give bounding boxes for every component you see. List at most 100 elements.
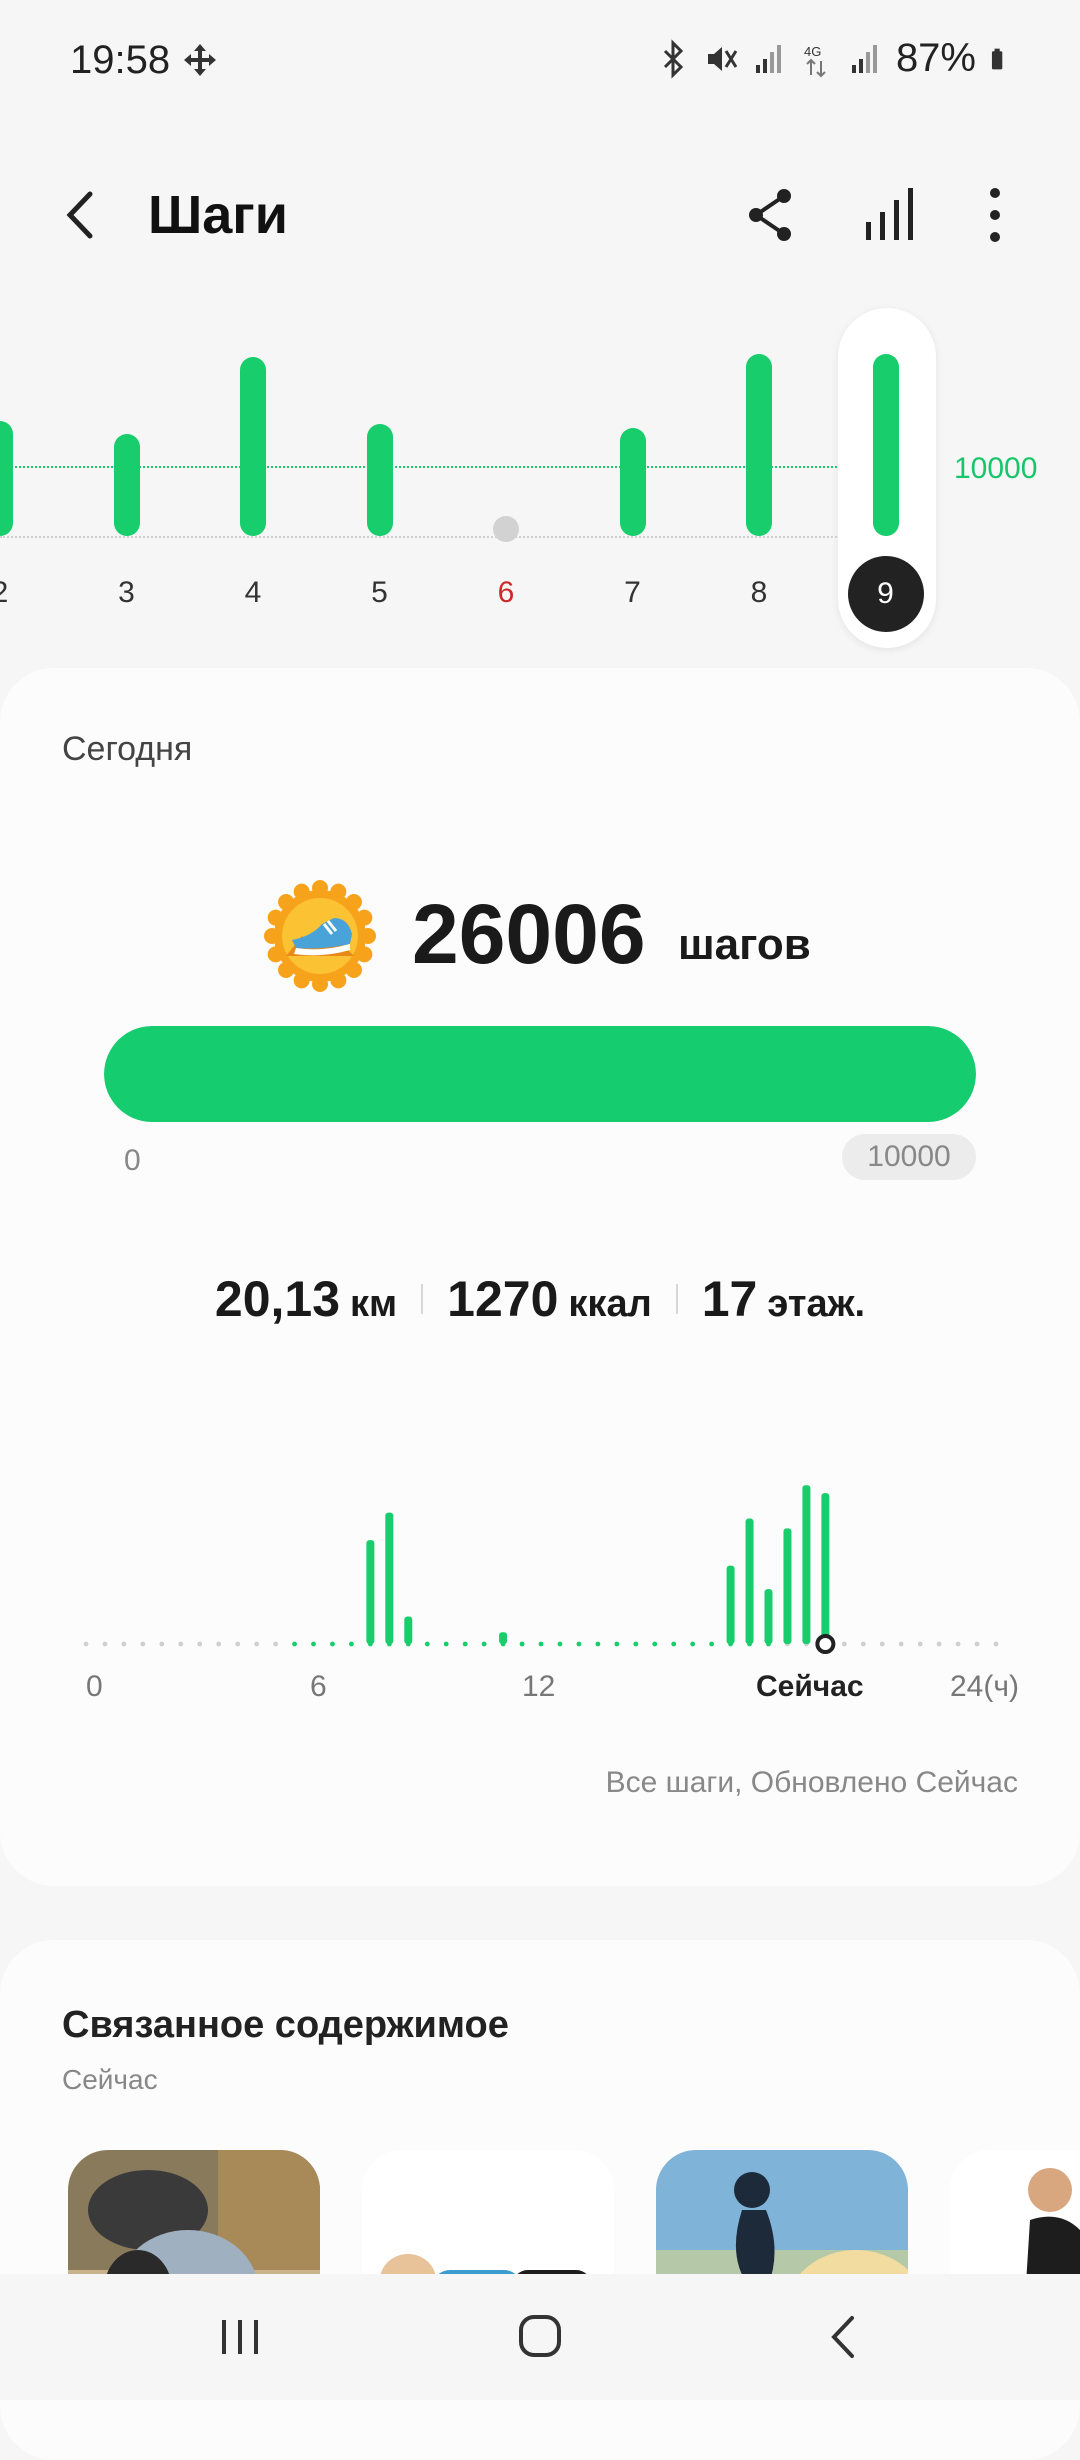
baseline-dot <box>633 1641 639 1647</box>
day-label-3[interactable]: 3 <box>97 576 157 610</box>
day-label-4[interactable]: 4 <box>223 576 283 610</box>
distance-unit: км <box>350 1283 398 1325</box>
page-title: Шаги <box>148 185 288 245</box>
floors-metric: 17 этаж. <box>678 1270 889 1328</box>
goal-label: 10000 <box>954 452 1038 485</box>
day-bar-3[interactable] <box>113 433 140 536</box>
day-bar-2[interactable] <box>0 420 13 536</box>
today-card: Сегодня 26006 шагов 0 10000 20,13 км 127… <box>0 668 1080 1886</box>
baseline-dot <box>102 1641 108 1647</box>
steps-count: 26006 <box>412 887 646 981</box>
progress-goal-label: 10000 <box>842 1134 976 1180</box>
baseline-dot <box>879 1641 885 1647</box>
baseline-dot <box>652 1641 658 1647</box>
baseline-dot <box>121 1641 127 1647</box>
hourly-bar <box>366 1540 375 1644</box>
hourly-bar <box>764 1589 773 1644</box>
baseline-dot <box>690 1641 696 1647</box>
baseline-dot <box>330 1641 335 1647</box>
baseline-dot <box>500 1641 506 1647</box>
day-empty-dot-6[interactable] <box>493 516 519 542</box>
hourly-bar <box>499 1632 508 1644</box>
back-button[interactable] <box>48 180 118 250</box>
baseline-dot <box>709 1641 715 1647</box>
status-bar: 19:58 4G 87% <box>0 0 1080 120</box>
day-label-6[interactable]: 6 <box>476 576 536 610</box>
day-bar-9[interactable] <box>872 353 899 536</box>
hour-now-label: Сейчас <box>756 1670 864 1703</box>
hour-tick-label: 6 <box>310 1670 327 1703</box>
baseline-dot <box>216 1641 222 1647</box>
baseline-dot <box>273 1641 278 1647</box>
day-label-7[interactable]: 7 <box>603 576 663 610</box>
baseline-dot <box>993 1641 999 1647</box>
baseline-dot <box>898 1641 904 1647</box>
baseline-dot <box>917 1641 923 1647</box>
baseline-dot <box>822 1641 828 1647</box>
baseline-dot <box>519 1641 525 1647</box>
baseline <box>0 536 840 538</box>
hourly-bar <box>726 1565 735 1644</box>
baseline-dot <box>955 1641 961 1647</box>
baseline-dot <box>747 1641 752 1647</box>
move-icon <box>184 44 216 76</box>
baseline-dot <box>804 1641 809 1647</box>
baseline-dot <box>614 1641 620 1647</box>
back-nav-button[interactable] <box>804 2302 884 2372</box>
baseline-dot <box>159 1641 165 1647</box>
svg-text:4G: 4G <box>804 44 821 59</box>
home-button[interactable] <box>500 2302 580 2372</box>
goal-progress-fill <box>104 1026 976 1122</box>
more-options-button[interactable] <box>960 180 1030 250</box>
baseline-dot <box>671 1641 677 1647</box>
week-steps-strip[interactable]: 10000 2 3 4 5 6 7 8 9 <box>0 300 1080 650</box>
day-label-5[interactable]: 5 <box>350 576 410 610</box>
day-label-8[interactable]: 8 <box>729 576 789 610</box>
recent-apps-button[interactable] <box>200 2302 280 2372</box>
hourly-bar <box>821 1493 830 1644</box>
baseline-dot <box>785 1641 790 1647</box>
updated-status: Все шаги, Обновлено Сейчас <box>605 1766 1018 1799</box>
statistics-button[interactable] <box>856 180 926 250</box>
day-label-9[interactable]: 9 <box>847 556 924 632</box>
calories-unit: ккал <box>568 1283 652 1325</box>
day-bar-5[interactable] <box>366 424 393 536</box>
baseline-dot <box>140 1641 146 1647</box>
hourly-bar <box>404 1616 413 1644</box>
today-label: Сегодня <box>62 730 193 768</box>
share-button[interactable] <box>736 180 806 250</box>
baseline-dot <box>178 1641 184 1647</box>
battery-percent: 87% <box>895 36 976 80</box>
baseline-dot <box>841 1641 847 1647</box>
baseline-dot <box>443 1641 449 1647</box>
day-bar-4[interactable] <box>240 357 266 536</box>
floors-unit: этаж. <box>767 1283 866 1325</box>
day-bar-7[interactable] <box>619 428 646 536</box>
app-bar: Шаги <box>0 160 1080 270</box>
day-bar-8[interactable] <box>746 353 772 536</box>
baseline-dot <box>974 1641 980 1647</box>
calories-metric: 1270 ккал <box>423 1270 676 1328</box>
calories-value: 1270 <box>447 1271 559 1327</box>
hourly-bar <box>745 1518 754 1644</box>
related-title: Связанное содержимое <box>62 2004 509 2046</box>
baseline-dot <box>576 1641 582 1647</box>
goal-achieved-badge-icon <box>264 880 376 992</box>
floors-value: 17 <box>701 1271 758 1327</box>
baseline-dot <box>197 1641 203 1647</box>
distance-value: 20,13 <box>214 1271 341 1327</box>
baseline-dot <box>766 1641 771 1647</box>
network-4g-icon: 4G <box>804 44 826 77</box>
battery-icon <box>991 48 1003 69</box>
baseline-dot <box>349 1641 354 1647</box>
bluetooth-icon <box>663 38 684 79</box>
now-marker <box>815 1634 836 1654</box>
signal-icon <box>755 44 781 73</box>
hour-tick-label: 0 <box>86 1670 103 1703</box>
steps-unit: шагов <box>678 920 811 969</box>
baseline-dot <box>557 1641 563 1647</box>
baseline-dot <box>595 1641 601 1647</box>
baseline-dot <box>386 1641 392 1647</box>
baseline-dot <box>405 1641 411 1647</box>
day-label-2[interactable]: 2 <box>0 576 30 610</box>
